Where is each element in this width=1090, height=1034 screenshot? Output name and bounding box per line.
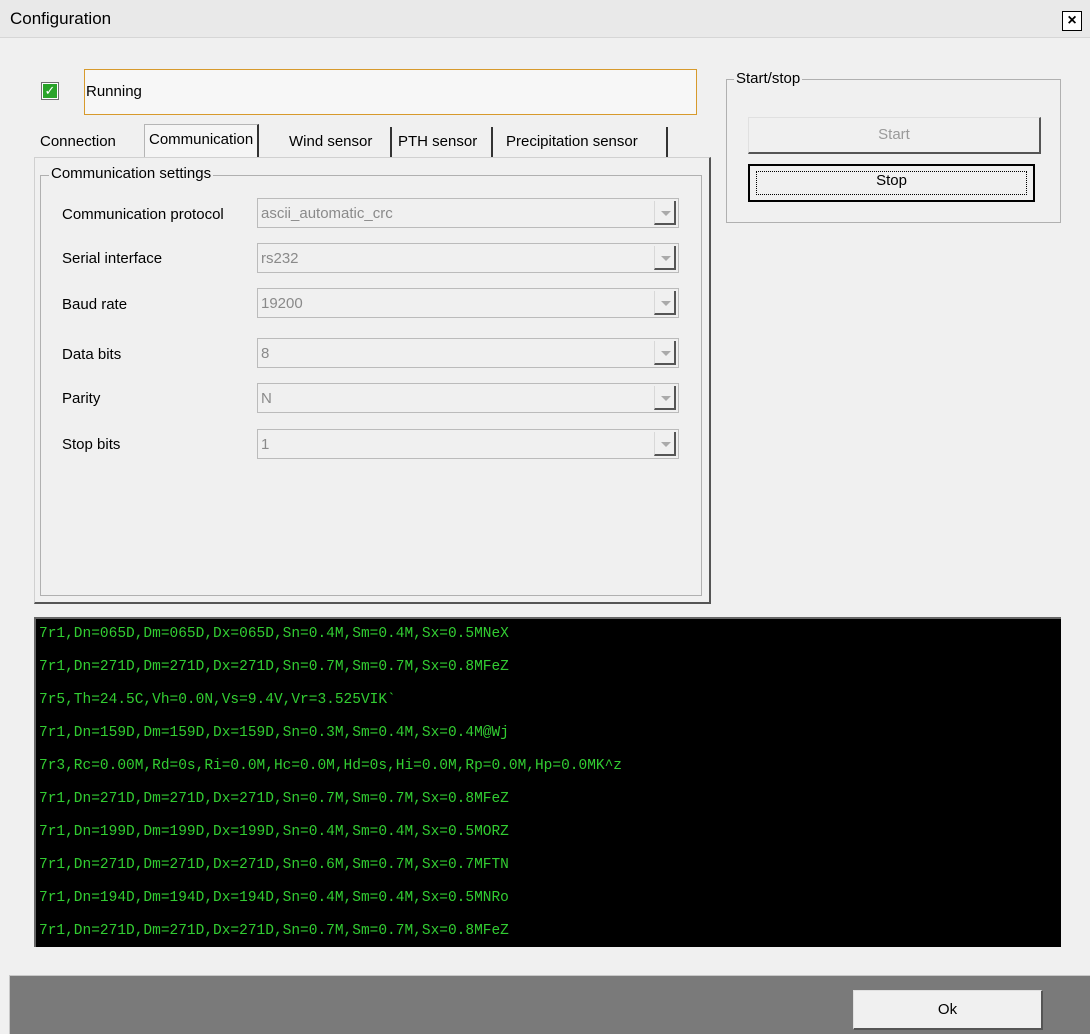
console-output[interactable]: 7r1,Dn=065D,Dm=065D,Dx=065D,Sn=0.4M,Sm=0… — [34, 617, 1061, 947]
chevron-down-icon[interactable] — [654, 386, 676, 410]
stop-bits-label: Stop bits — [62, 436, 121, 453]
running-checkbox[interactable]: ✓ — [41, 82, 59, 100]
start-button[interactable]: Start — [748, 117, 1041, 154]
serial-interface-combo[interactable]: rs232 — [257, 243, 679, 273]
chevron-down-icon[interactable] — [654, 432, 676, 456]
stop-bits-combo[interactable]: 1 — [257, 429, 679, 459]
close-icon: × — [1067, 12, 1077, 29]
checkmark-icon: ✓ — [43, 83, 57, 98]
parity-label: Parity — [62, 390, 101, 407]
chevron-down-icon[interactable] — [654, 291, 676, 315]
baud-rate-label: Baud rate — [62, 296, 128, 313]
tab-communication[interactable]: Communication — [144, 124, 260, 157]
title-bar: Configuration × — [0, 0, 1090, 38]
ok-button[interactable]: Ok — [853, 990, 1043, 1030]
start-stop-legend: Start/stop — [734, 70, 803, 87]
console-line: 7r3,Rc=0.00M,Rd=0s,Ri=0.0M,Hc=0.0M,Hd=0s… — [39, 758, 622, 774]
baud-rate-combo[interactable]: 19200 — [257, 288, 679, 318]
parity-combo[interactable]: N — [257, 383, 679, 413]
console-line: 7r5,Th=24.5C,Vh=0.0N,Vs=9.4V,Vr=3.525VIK… — [39, 692, 396, 708]
console-line: 7r1,Dn=065D,Dm=065D,Dx=065D,Sn=0.4M,Sm=0… — [39, 626, 509, 642]
protocol-combo[interactable]: ascii_automatic_crc — [257, 198, 679, 228]
console-line: 7r1,Dn=159D,Dm=159D,Dx=159D,Sn=0.3M,Sm=0… — [39, 725, 509, 741]
protocol-label: Communication protocol — [62, 206, 224, 223]
data-bits-combo[interactable]: 8 — [257, 338, 679, 368]
tab-pth-sensor[interactable]: PTH sensor — [398, 127, 493, 157]
chevron-down-icon[interactable] — [654, 201, 676, 225]
console-line: 7r1,Dn=271D,Dm=271D,Dx=271D,Sn=0.7M,Sm=0… — [39, 659, 509, 675]
close-button[interactable]: × — [1062, 11, 1082, 31]
communication-settings-legend: Communication settings — [49, 165, 214, 182]
tab-precipitation-sensor[interactable]: Precipitation sensor — [506, 127, 668, 157]
tab-connection[interactable]: Connection — [40, 127, 142, 157]
running-label: Running — [86, 83, 142, 100]
data-bits-label: Data bits — [62, 346, 122, 363]
window-title: Configuration — [10, 9, 112, 28]
console-line: 7r1,Dn=271D,Dm=271D,Dx=271D,Sn=0.6M,Sm=0… — [39, 857, 509, 873]
chevron-down-icon[interactable] — [654, 341, 676, 365]
running-status-field: Running — [84, 69, 697, 115]
console-line: 7r1,Dn=271D,Dm=271D,Dx=271D,Sn=0.7M,Sm=0… — [39, 923, 509, 939]
chevron-down-icon[interactable] — [654, 246, 676, 270]
focus-rectangle — [756, 171, 1027, 195]
serial-interface-label: Serial interface — [62, 250, 163, 267]
console-line: 7r1,Dn=271D,Dm=271D,Dx=271D,Sn=0.7M,Sm=0… — [39, 791, 509, 807]
console-line: 7r1,Dn=199D,Dm=199D,Dx=199D,Sn=0.4M,Sm=0… — [39, 824, 509, 840]
console-line: 7r1,Dn=194D,Dm=194D,Dx=194D,Sn=0.4M,Sm=0… — [39, 890, 509, 906]
tab-wind-sensor[interactable]: Wind sensor — [287, 127, 392, 157]
stop-button[interactable]: Stop — [748, 164, 1035, 202]
